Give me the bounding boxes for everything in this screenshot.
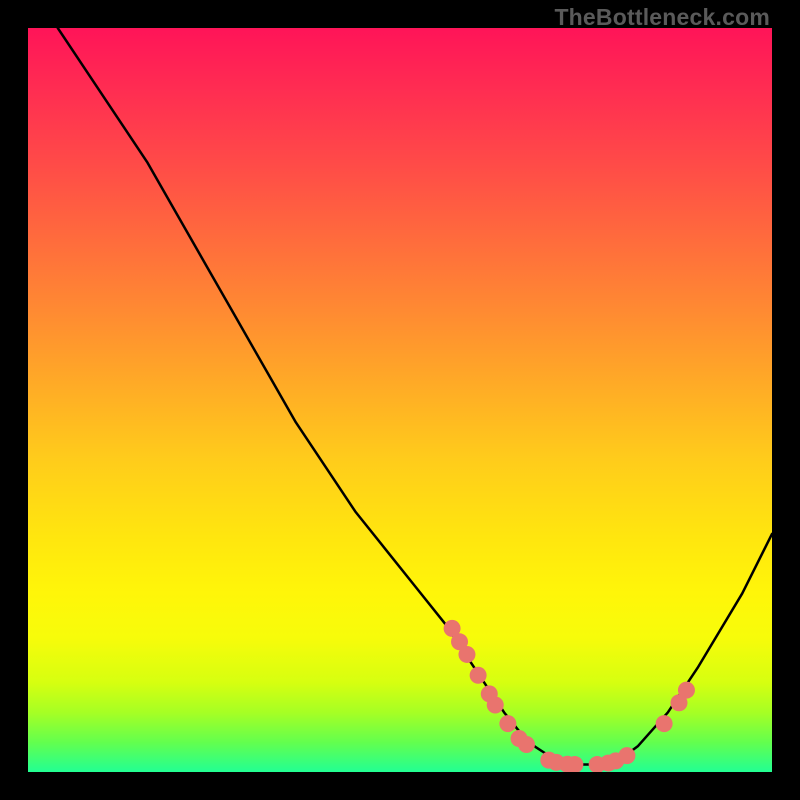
data-marker bbox=[458, 646, 475, 663]
data-marker bbox=[499, 715, 516, 732]
bottleneck-curve bbox=[58, 28, 772, 765]
data-marker bbox=[656, 715, 673, 732]
bottleneck-chart-svg bbox=[28, 28, 772, 772]
data-marker bbox=[678, 682, 695, 699]
watermark-text: TheBottleneck.com bbox=[554, 4, 770, 31]
data-marker bbox=[470, 667, 487, 684]
data-marker bbox=[487, 697, 504, 714]
data-marker bbox=[618, 747, 635, 764]
data-markers-group bbox=[444, 620, 695, 772]
chart-frame bbox=[28, 28, 772, 772]
data-marker bbox=[518, 736, 535, 753]
